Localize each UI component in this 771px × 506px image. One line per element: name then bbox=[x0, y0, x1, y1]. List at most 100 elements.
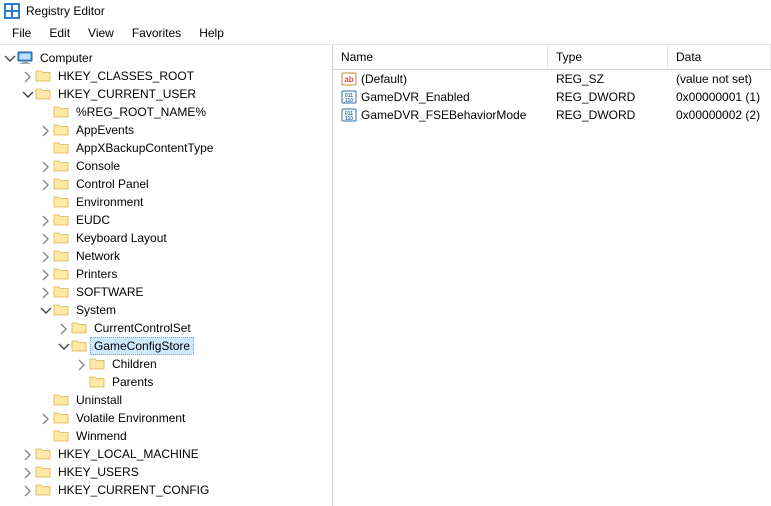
tree-node-system[interactable]: System bbox=[38, 301, 332, 319]
chevron-down-icon[interactable] bbox=[20, 87, 34, 101]
chevron-down-icon[interactable] bbox=[38, 303, 52, 317]
tree-label: HKEY_USERS bbox=[54, 463, 143, 481]
value-name: (Default) bbox=[361, 72, 407, 86]
tree-label: Winmend bbox=[72, 427, 131, 445]
value-row[interactable]: GameDVR_FSEBehaviorModeREG_DWORD0x000000… bbox=[333, 106, 771, 124]
value-data: 0x00000002 (2) bbox=[668, 107, 771, 123]
folder-icon bbox=[53, 230, 69, 246]
value-name: GameDVR_Enabled bbox=[361, 90, 470, 104]
tree-node[interactable]: Printers bbox=[38, 265, 332, 283]
chevron-right-icon[interactable] bbox=[38, 213, 52, 227]
tree-node[interactable]: Console bbox=[38, 157, 332, 175]
chevron-right-icon[interactable] bbox=[38, 159, 52, 173]
value-name: GameDVR_FSEBehaviorMode bbox=[361, 108, 526, 122]
tree-node[interactable]: Control Panel bbox=[38, 175, 332, 193]
tree-label: Computer bbox=[36, 49, 97, 67]
folder-icon bbox=[53, 302, 69, 318]
folder-icon bbox=[89, 374, 105, 390]
menu-edit[interactable]: Edit bbox=[41, 24, 78, 42]
chevron-right-icon[interactable] bbox=[56, 321, 70, 335]
value-data: (value not set) bbox=[668, 71, 771, 87]
folder-icon bbox=[53, 122, 69, 138]
tree-node[interactable]: %REG_ROOT_NAME% bbox=[38, 103, 332, 121]
folder-icon bbox=[53, 158, 69, 174]
tree-node[interactable]: SOFTWARE bbox=[38, 283, 332, 301]
tree-node[interactable]: Parents bbox=[74, 373, 332, 391]
tree-label: Network bbox=[72, 247, 124, 265]
tree-node[interactable]: EUDC bbox=[38, 211, 332, 229]
menu-view[interactable]: View bbox=[80, 24, 122, 42]
tree-node-computer[interactable]: Computer bbox=[2, 49, 332, 67]
tree-node[interactable]: Environment bbox=[38, 193, 332, 211]
tree-label: EUDC bbox=[72, 211, 114, 229]
tree-node[interactable]: Volatile Environment bbox=[38, 409, 332, 427]
tree-label: SOFTWARE bbox=[72, 283, 148, 301]
tree-label: HKEY_CURRENT_CONFIG bbox=[54, 481, 213, 499]
folder-icon bbox=[53, 428, 69, 444]
tree-label: Children bbox=[108, 355, 161, 373]
folder-icon bbox=[53, 104, 69, 120]
chevron-right-icon[interactable] bbox=[20, 69, 34, 83]
tree-node[interactable]: AppEvents bbox=[38, 121, 332, 139]
folder-icon bbox=[71, 338, 87, 354]
value-row[interactable]: (Default) REG_SZ(value not set) bbox=[333, 70, 771, 88]
chevron-right-icon[interactable] bbox=[38, 411, 52, 425]
tree-label: HKEY_LOCAL_MACHINE bbox=[54, 445, 203, 463]
tree-label: Environment bbox=[72, 193, 147, 211]
tree-node[interactable]: CurrentControlSet bbox=[56, 319, 332, 337]
chevron-right-icon[interactable] bbox=[20, 465, 34, 479]
tree-node-hklm[interactable]: HKEY_LOCAL_MACHINE bbox=[20, 445, 332, 463]
tree-label: Uninstall bbox=[72, 391, 126, 409]
chevron-down-icon[interactable] bbox=[56, 339, 70, 353]
menubar: File Edit View Favorites Help bbox=[0, 22, 771, 45]
tree-node[interactable]: AppXBackupContentType bbox=[38, 139, 332, 157]
value-type: REG_DWORD bbox=[548, 89, 668, 105]
folder-icon bbox=[53, 212, 69, 228]
column-data[interactable]: Data bbox=[668, 45, 771, 69]
column-name[interactable]: Name bbox=[333, 45, 548, 69]
menu-file[interactable]: File bbox=[4, 24, 39, 42]
tree-node-gameconfigstore[interactable]: GameConfigStore bbox=[56, 337, 332, 355]
tree-node[interactable]: Winmend bbox=[38, 427, 332, 445]
column-type[interactable]: Type bbox=[548, 45, 668, 69]
folder-icon bbox=[35, 446, 51, 462]
tree-node[interactable]: Children bbox=[74, 355, 332, 373]
string-value-icon bbox=[341, 71, 357, 87]
menu-favorites[interactable]: Favorites bbox=[124, 24, 189, 42]
tree-label: Keyboard Layout bbox=[72, 229, 171, 247]
value-row[interactable]: GameDVR_Enabled REG_DWORD0x00000001 (1) bbox=[333, 88, 771, 106]
tree-node[interactable]: Network bbox=[38, 247, 332, 265]
tree-pane[interactable]: Computer HKEY_CLASSES_ROOT HKEY_CURRENT_… bbox=[0, 45, 333, 506]
tree-node-hkcu[interactable]: HKEY_CURRENT_USER bbox=[20, 85, 332, 103]
folder-icon bbox=[53, 248, 69, 264]
chevron-down-icon[interactable] bbox=[2, 51, 16, 65]
menu-help[interactable]: Help bbox=[191, 24, 232, 42]
values-pane[interactable]: Name Type Data (Default) REG_SZ(value not… bbox=[333, 45, 771, 506]
chevron-right-icon[interactable] bbox=[20, 483, 34, 497]
folder-icon bbox=[53, 284, 69, 300]
binary-value-icon bbox=[341, 89, 357, 105]
chevron-right-icon[interactable] bbox=[38, 231, 52, 245]
window-title: Registry Editor bbox=[26, 4, 105, 18]
chevron-right-icon[interactable] bbox=[38, 123, 52, 137]
tree-node-hku[interactable]: HKEY_USERS bbox=[20, 463, 332, 481]
value-type: REG_SZ bbox=[548, 71, 668, 87]
folder-icon bbox=[53, 176, 69, 192]
tree-node-hkcc[interactable]: HKEY_CURRENT_CONFIG bbox=[20, 481, 332, 499]
chevron-right-icon[interactable] bbox=[38, 267, 52, 281]
tree-node-hkcr[interactable]: HKEY_CLASSES_ROOT bbox=[20, 67, 332, 85]
tree-label: Console bbox=[72, 157, 124, 175]
tree-label: HKEY_CLASSES_ROOT bbox=[54, 67, 198, 85]
chevron-right-icon[interactable] bbox=[38, 177, 52, 191]
tree-node[interactable]: Keyboard Layout bbox=[38, 229, 332, 247]
chevron-right-icon[interactable] bbox=[20, 447, 34, 461]
tree-node[interactable]: Uninstall bbox=[38, 391, 332, 409]
chevron-right-icon[interactable] bbox=[38, 249, 52, 263]
chevron-right-icon[interactable] bbox=[38, 285, 52, 299]
folder-icon bbox=[53, 194, 69, 210]
value-data: 0x00000001 (1) bbox=[668, 89, 771, 105]
chevron-right-icon[interactable] bbox=[74, 357, 88, 371]
tree-label: System bbox=[72, 301, 120, 319]
folder-icon bbox=[35, 482, 51, 498]
tree-label: Printers bbox=[72, 265, 121, 283]
